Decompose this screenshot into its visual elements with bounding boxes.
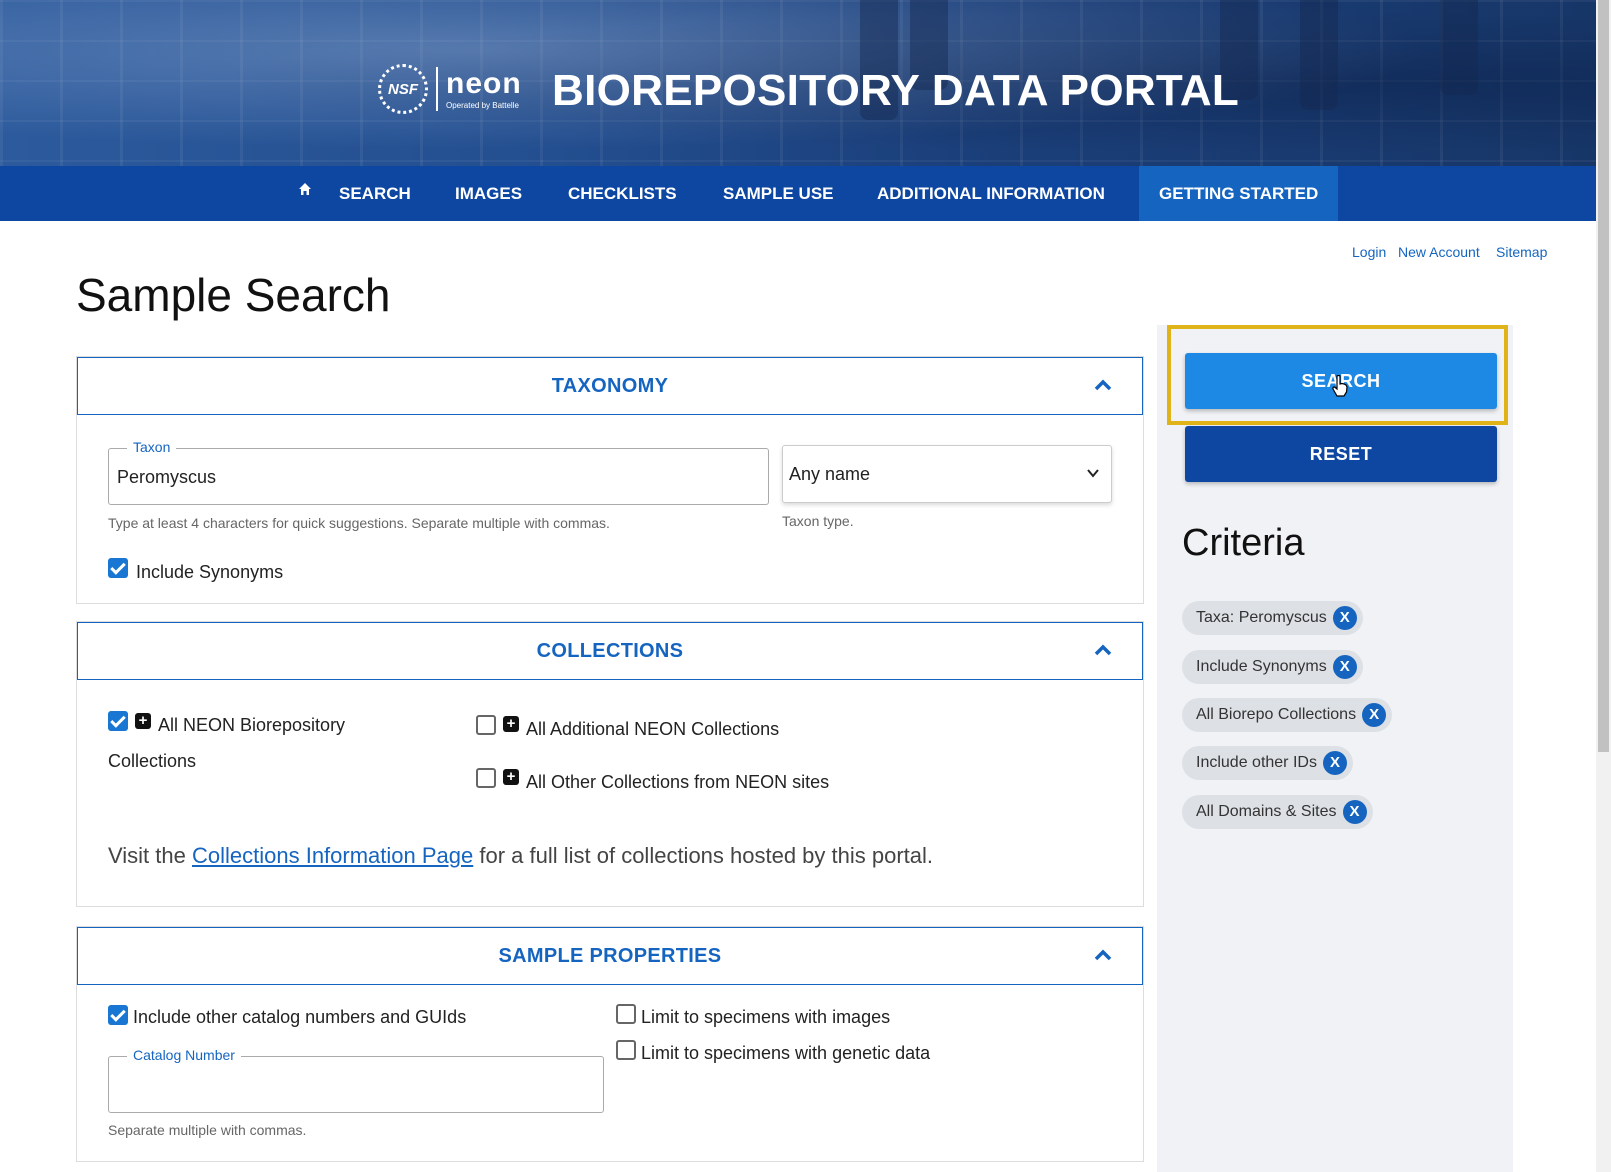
criteria-chip-label: Include Synonyms: [1196, 658, 1327, 675]
criteria-chip: Taxa: Peromyscus X: [1182, 601, 1363, 635]
criteria-chip-label: All Domains & Sites: [1196, 803, 1337, 820]
additional-collections-label[interactable]: All Additional NEON Collections: [526, 719, 779, 740]
visit-suffix: for a full list of collections hosted by…: [473, 843, 934, 868]
criteria-chip: All Domains & Sites X: [1182, 795, 1373, 829]
taxon-type-value: Any name: [789, 464, 871, 484]
limit-images-label[interactable]: Limit to specimens with images: [641, 1007, 890, 1028]
nav-getting-started[interactable]: GETTING STARTED: [1139, 166, 1339, 221]
additional-collections-checkbox[interactable]: [476, 715, 496, 735]
criteria-chip: Include other IDs X: [1182, 746, 1353, 780]
taxon-type-select[interactable]: Any name: [782, 445, 1112, 503]
nav-images[interactable]: IMAGES: [455, 166, 522, 221]
collections-panel-header[interactable]: COLLECTIONS: [77, 622, 1143, 680]
criteria-chip-label: Include other IDs: [1196, 754, 1317, 771]
remove-chip-icon[interactable]: X: [1342, 800, 1367, 824]
include-other-ids-label[interactable]: Include other catalog numbers and GUIds: [133, 1007, 466, 1028]
taxon-input[interactable]: Peromyscus: [117, 467, 216, 488]
page-title: Sample Search: [76, 269, 391, 321]
taxonomy-panel-header[interactable]: TAXONOMY: [77, 357, 1143, 415]
collections-info-text: Visit the Collections Information Page f…: [108, 843, 933, 869]
banner-bottle: [1300, 0, 1338, 110]
neon-logo-subtext: Operated by Battelle: [446, 100, 519, 110]
limit-genetic-label[interactable]: Limit to specimens with genetic data: [641, 1043, 930, 1064]
collections-title: COLLECTIONS: [536, 639, 684, 662]
main-nav: SEARCH IMAGES CHECKLISTS SAMPLE USE ADDI…: [0, 166, 1596, 221]
other-collections-checkbox[interactable]: [476, 768, 496, 788]
neon-logo: neon Operated by Battelle: [446, 66, 522, 110]
remove-chip-icon[interactable]: X: [1362, 703, 1387, 727]
limit-genetic-checkbox[interactable]: [616, 1040, 636, 1060]
nsf-logo-text: NSF: [388, 80, 418, 98]
remove-chip-icon[interactable]: X: [1322, 751, 1347, 775]
criteria-chip-label: Taxa: Peromyscus: [1196, 609, 1327, 626]
criteria-chip: Include Synonyms X: [1182, 650, 1363, 684]
logo-divider: [436, 67, 438, 111]
nsf-logo: NSF: [378, 64, 428, 114]
chevron-down-icon: [1087, 469, 1099, 478]
remove-chip-icon[interactable]: X: [1332, 655, 1357, 679]
nav-additional-information[interactable]: ADDITIONAL INFORMATION: [877, 166, 1105, 221]
expand-plus-icon[interactable]: +: [135, 713, 151, 729]
login-link[interactable]: Login: [1352, 244, 1386, 260]
chevron-up-icon[interactable]: [1094, 643, 1112, 657]
expand-plus-icon[interactable]: +: [503, 769, 519, 785]
new-account-link[interactable]: New Account: [1398, 244, 1480, 260]
criteria-chip-label: All Biorepo Collections: [1196, 706, 1357, 723]
expand-plus-icon[interactable]: +: [503, 716, 519, 732]
collections-info-link[interactable]: Collections Information Page: [192, 843, 473, 868]
logo[interactable]: NSF neon Operated by Battelle: [378, 64, 522, 114]
taxonomy-title: TAXONOMY: [551, 374, 669, 397]
hand-cursor-icon: [1332, 375, 1348, 397]
catalog-number-field[interactable]: Catalog Number: [108, 1047, 604, 1113]
taxon-field[interactable]: Taxon Peromyscus: [108, 439, 769, 505]
catalog-number-help: Separate multiple with commas.: [108, 1122, 307, 1138]
include-synonyms-checkbox[interactable]: [108, 558, 128, 578]
nav-search[interactable]: SEARCH: [339, 166, 411, 221]
visit-prefix: Visit the: [108, 843, 192, 868]
criteria-chip: All Biorepo Collections X: [1182, 698, 1393, 732]
sitemap-link[interactable]: Sitemap: [1496, 244, 1547, 260]
all-neon-collections-label-cont[interactable]: Collections: [108, 751, 196, 772]
nav-checklists[interactable]: CHECKLISTS: [568, 166, 677, 221]
include-synonyms-label[interactable]: Include Synonyms: [136, 562, 283, 583]
taxon-label: Taxon: [127, 439, 177, 455]
page-scrollbar[interactable]: [1596, 0, 1611, 1172]
criteria-title: Criteria: [1182, 522, 1305, 564]
header-banner: NSF neon Operated by Battelle BIOREPOSIT…: [0, 0, 1596, 166]
nav-sample-use[interactable]: SAMPLE USE: [723, 166, 834, 221]
limit-images-checkbox[interactable]: [616, 1004, 636, 1024]
banner-bottle: [1440, 0, 1478, 95]
remove-chip-icon[interactable]: X: [1332, 606, 1357, 630]
catalog-number-label: Catalog Number: [127, 1047, 241, 1063]
all-neon-collections-checkbox[interactable]: [108, 711, 128, 731]
other-collections-label[interactable]: All Other Collections from NEON sites: [526, 772, 829, 793]
sample-properties-title: SAMPLE PROPERTIES: [498, 944, 722, 967]
taxon-help: Type at least 4 characters for quick sug…: [108, 515, 610, 531]
taxon-type-help: Taxon type.: [782, 513, 854, 529]
scrollbar-thumb[interactable]: [1598, 0, 1609, 752]
all-neon-collections-label[interactable]: All NEON Biorepository: [158, 715, 345, 736]
portal-title: BIOREPOSITORY DATA PORTAL: [552, 66, 1240, 115]
neon-logo-text: neon: [446, 66, 522, 100]
chevron-up-icon[interactable]: [1094, 378, 1112, 392]
chevron-up-icon[interactable]: [1094, 948, 1112, 962]
sample-properties-panel-header[interactable]: SAMPLE PROPERTIES: [77, 927, 1143, 985]
reset-button[interactable]: RESET: [1185, 426, 1497, 482]
include-other-ids-checkbox[interactable]: [108, 1005, 128, 1025]
home-icon[interactable]: [298, 182, 312, 196]
